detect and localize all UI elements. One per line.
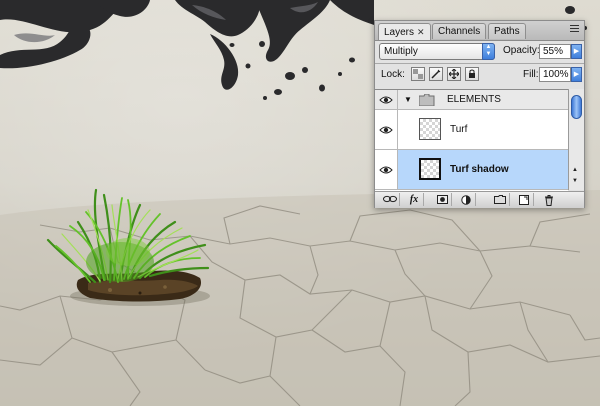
eye-icon: [379, 96, 393, 104]
tab-close-icon[interactable]: ✕: [417, 27, 425, 37]
tab-paths-label: Paths: [494, 26, 520, 37]
layer-name: Turf shadow: [450, 164, 509, 175]
disclosure-triangle-icon[interactable]: ▼: [404, 95, 412, 104]
link-icon[interactable]: [381, 193, 400, 206]
opacity-label: Opacity:: [503, 45, 540, 56]
trash-icon[interactable]: [539, 193, 558, 206]
opacity-field[interactable]: 55%: [539, 44, 571, 59]
layers-list: ▼ ELEMENTS Turf Turf shadow: [375, 89, 568, 192]
tab-channels-label: Channels: [438, 26, 481, 37]
fill-label: Fill:: [523, 69, 539, 80]
scrollbar-thumb[interactable]: [571, 95, 582, 119]
layer-thumbnail: [419, 158, 441, 180]
blend-mode-select[interactable]: Multiply ▲ ▼: [379, 43, 495, 60]
layer-row-turf-shadow[interactable]: Turf shadow: [375, 150, 568, 190]
visibility-toggle[interactable]: [375, 150, 398, 189]
layers-panel[interactable]: Layers ✕ Channels Paths Multiply ▲ ▼ Opaci…: [374, 20, 585, 208]
lock-pixels-icon[interactable]: [429, 67, 443, 81]
eye-icon: [379, 166, 393, 174]
visibility-toggle[interactable]: [375, 110, 398, 149]
layer-name: ELEMENTS: [447, 94, 501, 105]
tab-channels[interactable]: Channels: [432, 23, 487, 39]
eye-icon: [379, 126, 393, 134]
new-layer-icon[interactable]: [515, 193, 534, 206]
tab-paths[interactable]: Paths: [488, 23, 526, 39]
layers-scrollbar[interactable]: ▲ ▼: [568, 89, 584, 190]
layer-row-elements-group[interactable]: ▼ ELEMENTS: [375, 90, 568, 110]
panel-tab-bar: Layers ✕ Channels Paths: [375, 21, 584, 41]
fill-field[interactable]: 100%: [539, 67, 571, 82]
layer-thumbnail: [419, 118, 441, 140]
lock-all-icon[interactable]: [465, 67, 479, 81]
panel-bottom-toolbar: fx: [375, 191, 584, 208]
lock-label: Lock:: [381, 69, 405, 80]
fill-slider-arrow-icon[interactable]: ▶: [571, 67, 582, 82]
scroll-up-icon[interactable]: ▲: [572, 167, 578, 173]
visibility-toggle[interactable]: [375, 90, 398, 109]
divider: [375, 63, 584, 64]
folder-icon: [419, 94, 435, 106]
new-group-icon[interactable]: [491, 193, 510, 206]
layer-name: Turf: [450, 124, 468, 135]
scroll-down-icon[interactable]: ▼: [572, 178, 578, 184]
blend-mode-value: Multiply: [384, 46, 418, 57]
lock-position-icon[interactable]: [447, 67, 461, 81]
select-arrows-icon: ▲ ▼: [482, 43, 495, 60]
mask-icon[interactable]: [433, 193, 452, 206]
layer-row-turf[interactable]: Turf: [375, 110, 568, 150]
fx-icon[interactable]: fx: [405, 193, 424, 206]
lock-transparency-icon[interactable]: [411, 67, 425, 81]
tab-layers-label: Layers: [384, 27, 415, 38]
panel-menu-icon[interactable]: [568, 23, 580, 37]
opacity-slider-arrow-icon[interactable]: ▶: [571, 44, 582, 59]
adjustment-icon[interactable]: [457, 193, 476, 206]
tab-layers[interactable]: Layers ✕: [378, 23, 431, 40]
